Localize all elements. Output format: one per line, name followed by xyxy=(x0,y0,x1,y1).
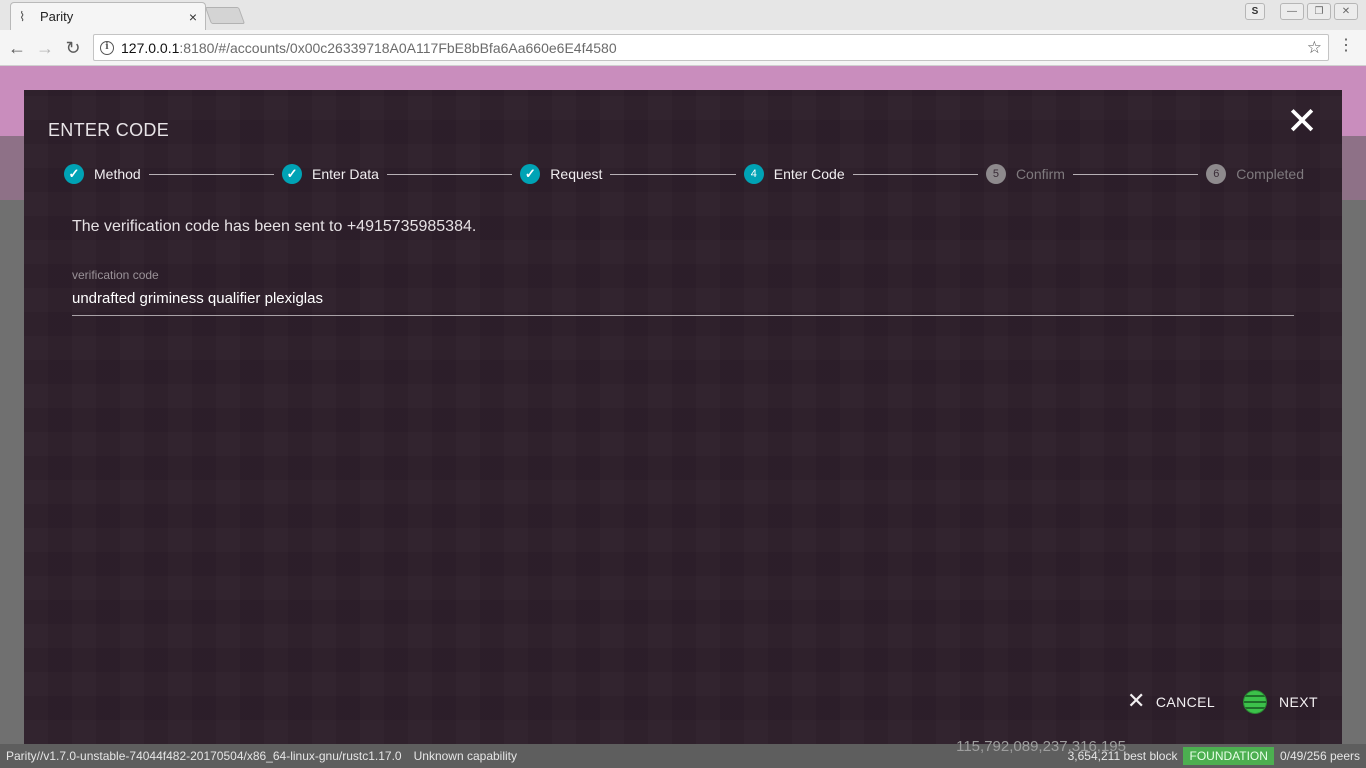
restore-window-icon[interactable]: ❐ xyxy=(1307,3,1331,20)
window-controls: S — ❐ ✕ xyxy=(1245,3,1358,20)
tab-close-icon[interactable]: × xyxy=(189,9,197,25)
step-connector xyxy=(852,173,978,175)
step-connector xyxy=(386,173,513,175)
step-label: Method xyxy=(94,166,141,182)
cancel-button[interactable]: ✕ CANCEL xyxy=(1127,689,1216,714)
identity-icon xyxy=(1243,690,1268,714)
step-label: Completed xyxy=(1236,166,1304,182)
peer-count: 0/49/256 peers xyxy=(1279,749,1360,763)
reload-icon[interactable]: ↻ xyxy=(62,37,84,59)
code-sent-message: The verification code has been sent to +… xyxy=(72,218,477,235)
step-label: Enter Data xyxy=(312,166,379,182)
modal-title: ENTER CODE xyxy=(48,120,170,140)
chain-badge: FOUNDATION xyxy=(1183,747,1274,765)
stepper: ✓ Method ✓ Enter Data ✓ Request 4 Enter … xyxy=(64,162,1304,186)
client-version: Parity//v1.7.0-unstable-74044f482-201705… xyxy=(6,749,402,763)
address-bar[interactable]: i 127.0.0.1:8180/#/accounts/0x00c2633971… xyxy=(93,34,1329,61)
browser-tab[interactable]: ⌇ Parity × xyxy=(10,2,206,30)
step-request: ✓ Request xyxy=(520,164,602,184)
url-path: :8180/#/accounts/0x00c26339718A0A117FbE8… xyxy=(179,39,617,56)
balance-overlay: 115,792,089,237,316,195 xyxy=(956,738,1126,755)
step-label: Enter Code xyxy=(773,166,845,182)
new-tab-button[interactable] xyxy=(204,7,246,24)
verification-modal: ENTER CODE ✕ ✓ Method ✓ Enter Data ✓ Req… xyxy=(24,90,1342,744)
step-number-badge: 4 xyxy=(743,164,764,184)
capability-status: Unknown capability xyxy=(413,749,517,763)
step-number-badge: 6 xyxy=(1206,164,1227,184)
step-number-badge: 5 xyxy=(985,164,1006,184)
step-connector xyxy=(148,173,275,175)
step-confirm: 5 Confirm xyxy=(985,164,1065,184)
background-panel-left xyxy=(0,200,24,744)
modal-actions: ✕ CANCEL NEXT xyxy=(1127,690,1318,714)
close-icon[interactable]: ✕ xyxy=(1286,102,1318,140)
bookmark-star-icon[interactable]: ☆ xyxy=(1307,38,1322,58)
cancel-label: CANCEL xyxy=(1155,694,1216,710)
field-label: verification code xyxy=(72,268,159,282)
check-icon: ✓ xyxy=(282,164,303,184)
next-label: NEXT xyxy=(1279,694,1318,710)
parity-favicon-icon: ⌇ xyxy=(19,8,26,24)
step-method: ✓ Method xyxy=(64,164,141,184)
minimize-window-icon[interactable]: — xyxy=(1280,3,1304,20)
forward-arrow-icon[interactable]: → xyxy=(34,37,56,59)
step-label: Request xyxy=(550,166,603,182)
url-host: 127.0.0.1 xyxy=(121,39,180,56)
status-bar: Parity//v1.7.0-unstable-74044f482-201705… xyxy=(0,744,1366,768)
site-info-icon[interactable]: i xyxy=(100,40,114,55)
step-enter-data: ✓ Enter Data xyxy=(282,164,379,184)
check-icon: ✓ xyxy=(520,164,541,184)
tab-title: Parity xyxy=(40,9,74,24)
back-arrow-icon[interactable]: ← xyxy=(6,37,28,59)
verification-code-input[interactable] xyxy=(72,290,1294,307)
step-connector xyxy=(610,173,736,175)
check-icon: ✓ xyxy=(64,164,84,184)
verification-code-field: verification code xyxy=(72,268,1294,316)
browser-tab-strip: ⌇ Parity × S — ❐ ✕ xyxy=(0,0,1366,30)
close-window-icon[interactable]: ✕ xyxy=(1334,3,1358,20)
background-panel-right xyxy=(1342,200,1366,744)
step-connector xyxy=(1072,173,1199,175)
step-completed: 6 Completed xyxy=(1206,164,1304,184)
extension-icon[interactable]: S xyxy=(1245,3,1265,20)
close-icon: ✕ xyxy=(1127,689,1146,714)
next-button[interactable]: NEXT xyxy=(1243,690,1318,714)
browser-toolbar: ← → ↻ i 127.0.0.1:8180/#/accounts/0x00c2… xyxy=(0,30,1366,66)
step-enter-code: 4 Enter Code xyxy=(743,164,845,184)
step-label: Confirm xyxy=(1015,166,1065,182)
browser-menu-icon[interactable]: ⋮ xyxy=(1338,38,1354,54)
